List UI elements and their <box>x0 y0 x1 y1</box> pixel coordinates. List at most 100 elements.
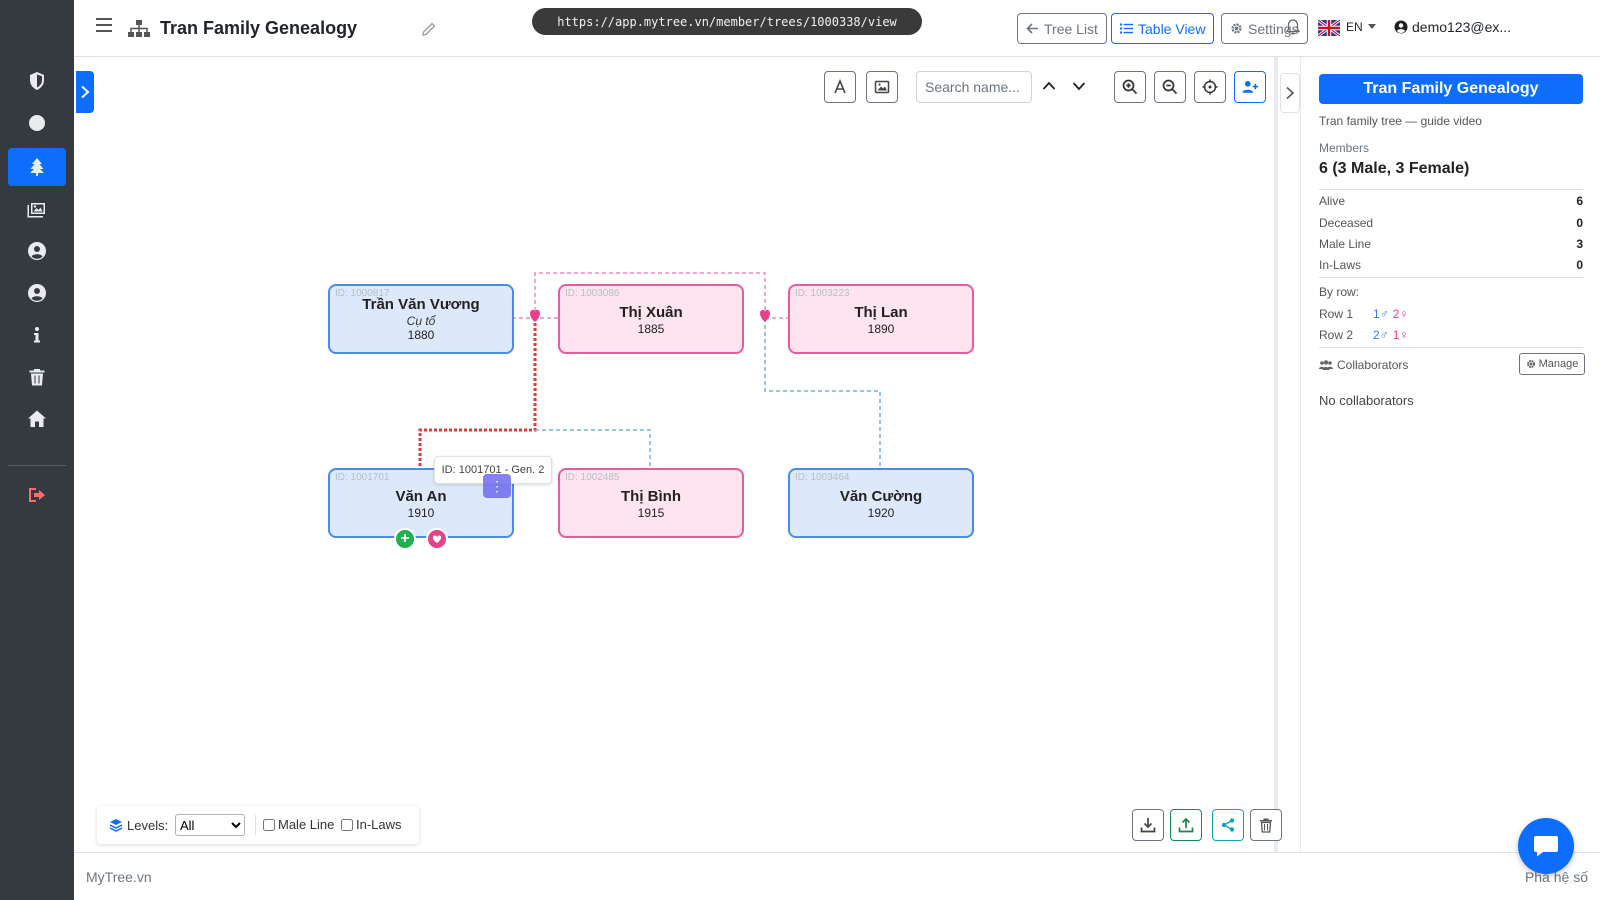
heart-icon <box>432 535 442 543</box>
sidebar-item-account[interactable] <box>8 274 66 312</box>
upload-button[interactable] <box>1170 809 1202 841</box>
user-circle-icon <box>28 242 46 260</box>
tree-list-label: Tree List <box>1044 20 1098 37</box>
canvas-scrollbar[interactable] <box>1274 57 1278 852</box>
share-icon <box>1221 818 1235 832</box>
stat-value: 0 <box>1576 258 1583 272</box>
chat-button[interactable] <box>1518 818 1574 874</box>
row-male-count: 1♂ <box>1373 307 1389 321</box>
chevron-up-icon[interactable] <box>1041 78 1057 94</box>
add-child-button[interactable]: + <box>394 528 416 550</box>
sidebar-item-circle[interactable] <box>8 104 66 142</box>
user-menu[interactable]: demo123@ex... <box>1412 19 1511 35</box>
person-card[interactable]: ID: 1002485 Thị Bình 1915 <box>558 468 744 538</box>
delete-button[interactable] <box>1250 809 1282 841</box>
person-birth-year: 1915 <box>637 506 665 520</box>
person-id: ID: 1003223 <box>795 288 850 299</box>
sidebar-item-tree[interactable] <box>8 148 66 186</box>
bell-icon[interactable] <box>1284 18 1302 36</box>
zoom-out-button[interactable] <box>1154 71 1186 103</box>
zoom-in-icon <box>1122 79 1138 95</box>
info-divider <box>1319 189 1583 190</box>
male-line-checkbox-input[interactable] <box>263 818 275 831</box>
sidebar-item-home[interactable] <box>8 400 66 438</box>
info-title[interactable]: Tran Family Genealogy <box>1319 74 1583 104</box>
sidebar-item-security[interactable] <box>8 62 66 100</box>
levels-select[interactable]: All <box>175 814 245 836</box>
sidebar-divider <box>8 465 66 466</box>
url-bar[interactable]: https://app.mytree.vn/member/trees/10003… <box>532 8 922 35</box>
sidebar-item-trash[interactable] <box>8 358 66 396</box>
collapse-right-panel-button[interactable] <box>1280 73 1300 113</box>
person-name: Thị Bình <box>621 488 681 505</box>
upload-icon <box>1178 817 1194 833</box>
zoom-in-button[interactable] <box>1114 71 1146 103</box>
page-title: Tran Family Genealogy <box>160 18 358 38</box>
gear-icon <box>1526 360 1535 368</box>
stat-label: In-Laws <box>1319 258 1362 272</box>
logout-icon <box>29 488 45 502</box>
sidebar-item-gallery[interactable] <box>8 190 66 228</box>
sidebar-item-info[interactable] <box>8 316 66 354</box>
stat-value: 6 <box>1576 194 1583 208</box>
info-divider <box>1319 347 1583 348</box>
download-button[interactable] <box>1132 809 1164 841</box>
row-female-count: 2♀ <box>1392 307 1409 321</box>
layers-icon <box>109 819 123 832</box>
add-member-button[interactable] <box>1234 71 1266 103</box>
circle-icon <box>29 115 45 131</box>
tree-canvas[interactable] <box>74 57 1274 852</box>
pencil-icon[interactable] <box>422 22 436 36</box>
image-button[interactable] <box>866 71 898 103</box>
zoom-out-icon <box>1162 79 1178 95</box>
gear-icon <box>1231 23 1242 34</box>
person-card[interactable]: ID: 1003464 Văn Cường 1920 <box>788 468 974 538</box>
person-name: Thị Lan <box>854 304 908 321</box>
stat-value: 3 <box>1576 237 1583 251</box>
stat-row: Alive 6 <box>1319 194 1583 208</box>
share-button[interactable] <box>1212 809 1244 841</box>
row-label: Row 1 <box>1319 307 1354 321</box>
person-birth-year: 1880 <box>407 328 435 342</box>
chevron-down-icon[interactable] <box>1368 24 1376 29</box>
crosshair-icon <box>1202 79 1218 95</box>
search-input[interactable] <box>916 71 1032 103</box>
person-card[interactable]: ID: 1003086 Thị Xuân 1885 <box>558 284 744 354</box>
trash-icon <box>1260 818 1272 833</box>
sidebar-item-profile[interactable] <box>8 232 66 270</box>
row-stat: Row 1 1♂ 2♀ <box>1319 307 1408 321</box>
members-label: Members <box>1319 141 1370 155</box>
expand-left-panel-button[interactable] <box>76 71 94 113</box>
stat-label: Deceased <box>1319 216 1374 230</box>
tree-list-button[interactable]: Tree List <box>1017 13 1107 44</box>
table-view-button[interactable]: Table View <box>1111 13 1215 44</box>
person-card[interactable]: ID: 1000817 Trần Văn Vương Cụ tổ 1880 <box>328 284 514 354</box>
footer: MyTree.vn Phả hệ số <box>74 852 1600 900</box>
person-id: ID: 1000817 <box>335 288 390 299</box>
person-id: ID: 1003086 <box>565 288 620 299</box>
in-laws-checkbox-input[interactable] <box>341 818 353 831</box>
person-birth-year: 1885 <box>637 322 665 336</box>
download-icon <box>1140 818 1156 833</box>
font-button[interactable] <box>824 71 856 103</box>
table-view-label: Table View <box>1138 20 1206 37</box>
manage-collaborators-button[interactable]: Manage <box>1519 353 1585 375</box>
male-line-checkbox[interactable]: Male Line <box>263 817 334 832</box>
language-selector[interactable]: EN <box>1346 20 1363 34</box>
chevron-down-icon[interactable] <box>1071 78 1087 94</box>
person-card[interactable]: ID: 1003223 Thị Lan 1890 <box>788 284 974 354</box>
hamburger-menu-icon[interactable] <box>96 18 112 32</box>
uk-flag-icon[interactable] <box>1318 20 1340 36</box>
info-subtitle: Tran family tree — guide video <box>1319 114 1482 128</box>
chevron-right-icon <box>81 85 90 99</box>
person-id: ID: 1002485 <box>565 472 620 483</box>
person-id: ID: 1001701 <box>335 472 390 483</box>
sidebar-item-logout[interactable] <box>8 476 66 514</box>
stat-row: Deceased 0 <box>1319 216 1583 230</box>
center-button[interactable] <box>1194 71 1226 103</box>
male-line-label: Male Line <box>278 817 335 832</box>
info-divider <box>1319 277 1583 278</box>
person-menu-button[interactable]: ⋮ <box>483 474 511 498</box>
add-spouse-button[interactable] <box>426 528 448 550</box>
in-laws-checkbox[interactable]: In-Laws <box>341 817 402 832</box>
